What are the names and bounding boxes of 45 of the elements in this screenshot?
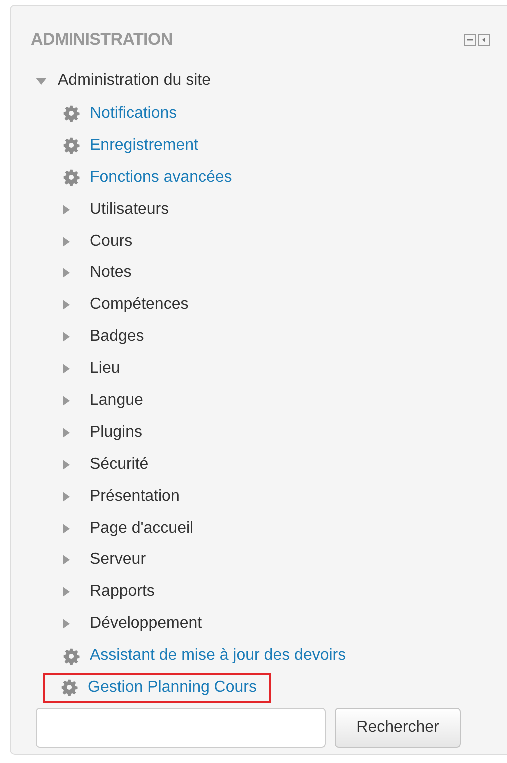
category-item[interactable]: Page d'accueil: [90, 520, 194, 538]
setting-link[interactable]: Gestion Planning Cours: [43, 672, 271, 703]
gear-icon: [63, 169, 80, 186]
setting-link[interactable]: Fonctions avancées: [63, 168, 232, 187]
category-item[interactable]: Présentation: [90, 488, 180, 506]
gear-icon: [63, 105, 80, 122]
collapsed-triangle-icon[interactable]: [63, 236, 70, 246]
collapsed-triangle-icon[interactable]: [63, 619, 70, 630]
search-button[interactable]: Rechercher: [335, 708, 461, 748]
collapsed-triangle-icon[interactable]: [63, 524, 70, 534]
tree-root[interactable]: Administration du site: [58, 72, 211, 90]
collapsed-triangle-icon[interactable]: [63, 300, 70, 310]
category-item[interactable]: Plugins: [90, 424, 142, 442]
search-field[interactable]: [36, 708, 326, 748]
collapsed-triangle-icon[interactable]: [63, 332, 70, 342]
setting-link[interactable]: Assistant de mise à jour des devoirs: [63, 647, 346, 666]
collapsed-triangle-icon[interactable]: [63, 428, 70, 438]
category-item[interactable]: Serveur: [90, 551, 146, 570]
category-item[interactable]: Rapports: [90, 583, 155, 602]
category-item[interactable]: Langue: [90, 392, 144, 410]
category-item[interactable]: Utilisateurs: [90, 200, 170, 219]
category-item[interactable]: Compétences: [90, 296, 189, 314]
category-item[interactable]: Lieu: [90, 360, 120, 378]
dock-icon[interactable]: [478, 34, 490, 46]
collapsed-triangle-icon[interactable]: [63, 396, 70, 406]
collapsed-triangle-icon[interactable]: [63, 460, 70, 470]
minimize-icon[interactable]: [464, 34, 476, 46]
setting-link[interactable]: Enregistrement: [63, 136, 198, 155]
category-item[interactable]: Cours: [90, 232, 133, 250]
category-item[interactable]: Développement: [90, 615, 202, 634]
expanded-triangle-icon[interactable]: [36, 78, 47, 85]
category-item[interactable]: Notes: [90, 264, 132, 282]
category-item[interactable]: Sécurité: [90, 456, 149, 474]
collapsed-triangle-icon[interactable]: [63, 364, 70, 374]
category-item[interactable]: Badges: [90, 328, 144, 346]
block-title: ADMINISTRATION: [31, 30, 173, 50]
collapsed-triangle-icon[interactable]: [63, 492, 70, 502]
gear-icon: [63, 648, 80, 665]
gear-icon: [61, 679, 78, 696]
collapsed-triangle-icon[interactable]: [63, 204, 70, 215]
collapsed-triangle-icon[interactable]: [63, 587, 70, 598]
gear-icon: [63, 137, 80, 154]
setting-link[interactable]: Notifications: [63, 104, 178, 123]
collapsed-triangle-icon[interactable]: [63, 555, 70, 566]
collapsed-triangle-icon[interactable]: [63, 268, 70, 278]
